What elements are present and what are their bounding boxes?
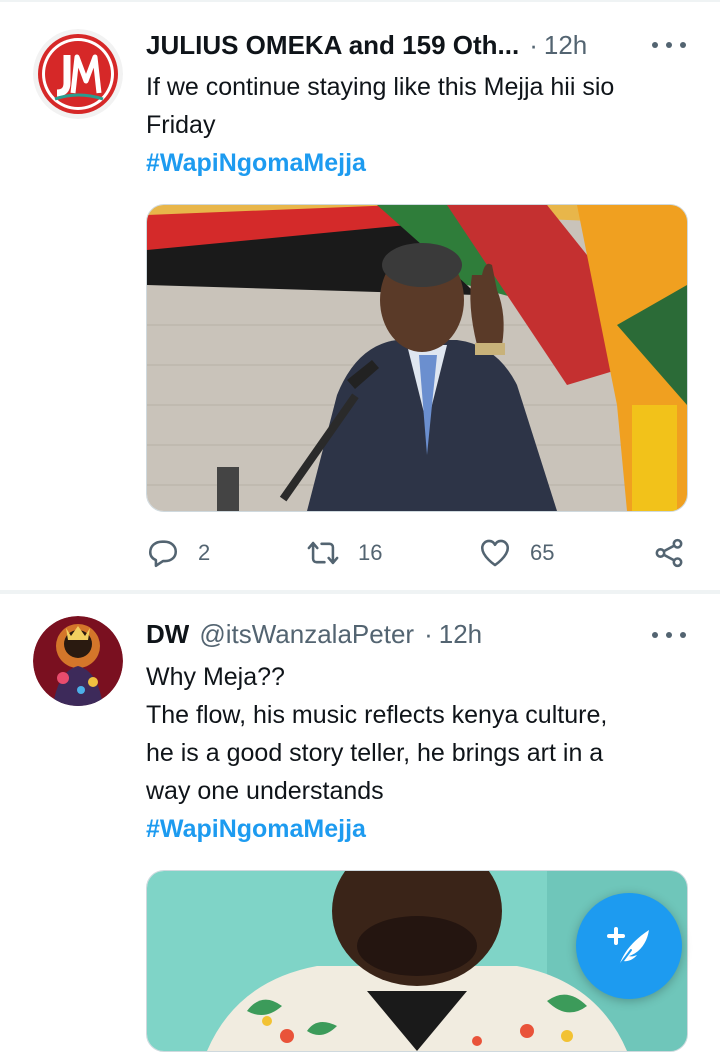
tweet-text-line: Why Meja??: [146, 663, 285, 691]
reply-button[interactable]: 2: [146, 532, 210, 574]
tweet-header: DW @itsWanzalaPeter · 12h: [146, 614, 690, 654]
separator-dot: ·: [424, 618, 433, 649]
retweet-icon: [307, 541, 339, 565]
tweet-actions: 2 16 65: [146, 532, 686, 574]
heart-icon: [480, 539, 510, 567]
avatar[interactable]: [33, 616, 123, 706]
tweet-text: Why Meja?? The flow, his music reflects …: [146, 658, 684, 848]
hashtag-link[interactable]: #WapiNgomaMejja: [146, 810, 684, 848]
like-button[interactable]: 65: [478, 532, 554, 574]
reply-count: 2: [198, 540, 211, 565]
compose-tweet-button[interactable]: [576, 893, 682, 999]
more-options-icon[interactable]: [652, 630, 686, 640]
like-count: 65: [530, 540, 555, 565]
tweet-text-line: way one understands: [146, 777, 384, 805]
avatar-artwork-icon: [33, 616, 123, 706]
share-icon: [655, 538, 683, 568]
tweet-text-line: The flow, his music reflects kenya cultu…: [146, 701, 608, 729]
tweet-text-line: he is a good story teller, he brings art…: [146, 739, 604, 767]
share-button[interactable]: [652, 532, 686, 574]
retweet-count: 16: [358, 540, 383, 565]
tweet[interactable]: DW @itsWanzalaPeter · 12h Why Meja?? The…: [0, 0, 720, 1052]
tweet-divider: [0, 590, 720, 594]
author-name[interactable]: DW: [146, 619, 189, 650]
reply-icon: [148, 540, 178, 568]
author-handle[interactable]: @itsWanzalaPeter: [199, 619, 414, 650]
timestamp[interactable]: 12h: [439, 619, 482, 650]
feather-plus-icon: [607, 927, 649, 967]
retweet-button[interactable]: 16: [306, 532, 382, 574]
